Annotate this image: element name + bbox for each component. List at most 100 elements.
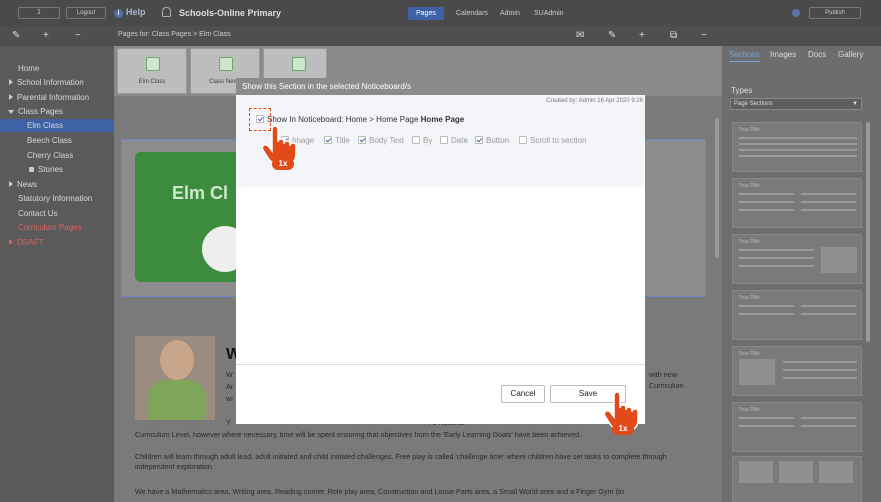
publish-button[interactable]: Publish	[809, 7, 861, 19]
expand-icon[interactable]	[9, 239, 13, 245]
add-icon[interactable]: +	[43, 30, 49, 42]
option-label: Scroll to section	[530, 136, 587, 145]
help-label: Help	[126, 7, 146, 17]
sidebar-item-label: Statutory Information	[18, 194, 93, 203]
sidebar-item-label: News	[17, 180, 38, 189]
template-title: Your Title	[739, 183, 760, 189]
sidebar-item-label: DRAFT	[17, 238, 44, 247]
section-template[interactable]: Your Title	[732, 234, 862, 284]
template-title: Your Title	[739, 351, 760, 357]
sidebar-item-label: School Information	[17, 78, 84, 87]
nav-admin[interactable]: Admin	[492, 7, 528, 20]
right-panel-scrollbar[interactable]	[866, 122, 870, 342]
sidebar-item-label: Elm Class	[27, 121, 64, 130]
sidebar-item-label: Class Pages	[18, 107, 63, 116]
banner-text: Elm Cl	[172, 183, 229, 203]
page-thumb-elm-class[interactable]: Elm Class	[117, 48, 187, 94]
section-template[interactable]: Your Title	[732, 178, 862, 228]
tab-gallery[interactable]: Gallery	[838, 50, 863, 59]
nav-pages[interactable]: Pages	[408, 7, 444, 20]
section-template[interactable]	[732, 456, 862, 502]
preview-icon[interactable]	[792, 9, 800, 17]
logout-button[interactable]: Logout	[66, 7, 106, 19]
sidebar-item-label: Cherry Class	[27, 151, 74, 160]
created-info: Created by: Admin 16 Apr 2020 9:26	[546, 98, 643, 104]
option-title[interactable]: Title	[324, 136, 350, 145]
chevron-down-icon: ▼	[852, 101, 858, 107]
more-icon[interactable]: −	[701, 30, 707, 42]
expand-icon[interactable]	[9, 94, 13, 100]
minus-icon[interactable]: −	[75, 30, 81, 42]
copy-icon[interactable]: ⧉	[670, 30, 677, 42]
bell-icon[interactable]	[162, 7, 171, 17]
photo-body	[148, 380, 206, 420]
button-checkbox[interactable]	[475, 136, 483, 144]
help-link[interactable]: i Help	[114, 7, 146, 18]
sidebar-item-news[interactable]: News	[9, 180, 37, 189]
body-text-checkbox[interactable]	[358, 136, 366, 144]
option-label: Title	[335, 136, 350, 145]
section-template[interactable]: Your Title	[732, 346, 862, 396]
sidebar-item-elm-class[interactable]: Elm Class	[0, 119, 114, 132]
types-label: Types	[731, 86, 753, 95]
tab-docs[interactable]: Docs	[808, 50, 826, 59]
sidebar-item-statutory-information[interactable]: Statutory Information	[18, 194, 92, 203]
sidebar-item-parental-information[interactable]: Parental Information	[9, 93, 89, 102]
photo-face	[160, 340, 194, 380]
cancel-button[interactable]: Cancel	[501, 385, 545, 403]
sidebar-item-cherry-class[interactable]: Cherry Class	[27, 151, 73, 160]
sidebar-item-home[interactable]: Home	[18, 64, 39, 73]
types-select[interactable]: Page Sections ▼	[730, 98, 862, 110]
section-template[interactable]: Your Title	[732, 402, 862, 452]
edit-icon[interactable]: ✎	[12, 30, 20, 42]
top-bar: 1 Logout i Help Schools-Online Primary Pa…	[0, 0, 881, 26]
date-checkbox[interactable]	[440, 136, 448, 144]
section-template[interactable]: Your Title	[732, 290, 862, 340]
sidebar-item-class-pages[interactable]: Class Pages	[8, 107, 63, 116]
text-fragment: wi	[226, 394, 233, 403]
collapse-icon[interactable]	[8, 110, 14, 114]
template-title: Your Title	[739, 407, 760, 413]
option-by[interactable]: By	[412, 136, 432, 145]
template-title: Your Title	[739, 295, 760, 301]
option-label: Body Text	[369, 136, 404, 145]
dialog-title: Show this Section in the selected Notice…	[236, 78, 645, 95]
section-template[interactable]: Your Title	[732, 122, 862, 172]
option-label: Date	[451, 136, 468, 145]
nav-calendars[interactable]: Calendars	[448, 7, 496, 20]
site-title: Schools-Online Primary	[179, 8, 282, 18]
sidebar-item-school-information[interactable]: School Information	[9, 78, 84, 87]
sidebar-item-stories[interactable]: Stories	[29, 165, 63, 174]
tab-images[interactable]: Images	[770, 50, 796, 59]
add-section-icon[interactable]: +	[639, 30, 645, 42]
click-count-badge: 1x	[272, 158, 294, 170]
sidebar-item-label: Home	[18, 64, 40, 73]
types-select-value: Page Sections	[734, 101, 773, 107]
mail-icon[interactable]: ✉	[576, 30, 584, 42]
show-in-noticeboard-row[interactable]: Show In Noticeboard: Home > Home Page Ho…	[256, 115, 464, 124]
nav-suadmin[interactable]: SUAdmin	[526, 7, 572, 20]
option-body-text[interactable]: Body Text	[358, 136, 404, 145]
option-date[interactable]: Date	[440, 136, 468, 145]
show-in-noticeboard-label: Show In Noticeboard: Home > Home Page	[267, 115, 419, 124]
sidebar-item-draft[interactable]: DRAFT	[9, 238, 44, 247]
by-checkbox[interactable]	[412, 136, 420, 144]
page-number-input[interactable]: 1	[18, 7, 60, 19]
sidebar-item-curriculum-pages[interactable]: Curriculum Pages	[18, 223, 82, 232]
tab-sections[interactable]: Sections	[729, 50, 760, 62]
sidebar-item-contact-us[interactable]: Contact Us	[18, 209, 58, 218]
expand-icon[interactable]	[9, 181, 13, 187]
pencil-icon[interactable]: ✎	[608, 30, 616, 42]
option-scroll-to-section[interactable]: Scroll to section	[519, 136, 586, 145]
text-fragment: Ar	[226, 382, 234, 391]
option-button[interactable]: Button	[475, 136, 509, 145]
main-scrollbar[interactable]	[715, 118, 719, 258]
click-count-badge: 1x	[612, 423, 634, 435]
breadcrumb: Pages for: Class Pages > Elm Class	[118, 31, 231, 38]
check-icon	[292, 57, 306, 71]
expand-icon[interactable]	[9, 79, 13, 85]
title-checkbox[interactable]	[324, 136, 332, 144]
sidebar-item-beech-class[interactable]: Beech Class	[27, 136, 72, 145]
show-in-noticeboard-page: Home Page	[420, 115, 465, 124]
scroll-to-section-checkbox[interactable]	[519, 136, 527, 144]
